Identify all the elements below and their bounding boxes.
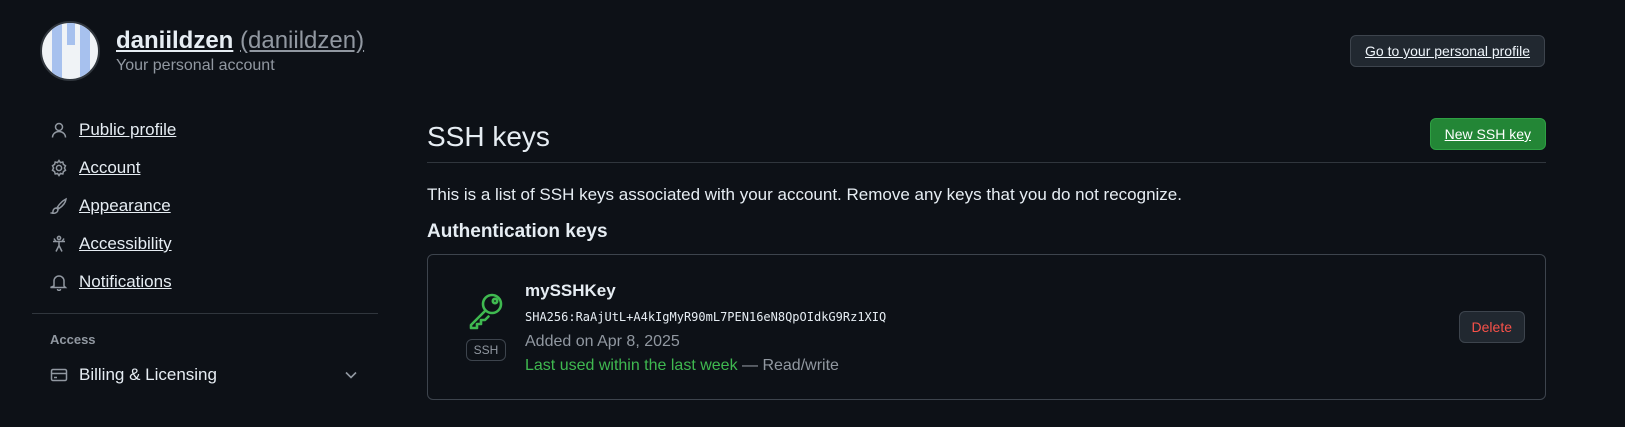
page-title: SSH keys [427, 121, 550, 152]
go-to-profile-button[interactable]: Go to your personal profile [1350, 35, 1545, 67]
delete-ssh-key-button[interactable]: Delete [1458, 311, 1525, 343]
gear-icon [50, 159, 68, 177]
new-ssh-key-button[interactable]: New SSH key [1429, 118, 1546, 150]
key-icon [466, 289, 508, 336]
sidebar-item-account[interactable]: Account [32, 149, 378, 187]
chevron-down-icon[interactable] [344, 367, 358, 387]
bell-icon [50, 273, 68, 291]
person-icon [50, 121, 68, 139]
sidebar-item-accessibility[interactable]: Accessibility [32, 225, 378, 263]
account-name: daniildzen (daniildzen) [116, 27, 364, 55]
ssh-key-access: — Read/write [737, 357, 839, 374]
ssh-badge: SSH [466, 339, 506, 361]
credit-card-icon [50, 366, 68, 384]
settings-sidebar: Public profile Account Appearance Access… [32, 111, 378, 394]
sidebar-item-billing[interactable]: Billing & Licensing [32, 356, 378, 394]
sidebar-item-label: Accessibility [79, 234, 172, 253]
login-link[interactable]: (daniildzen) [240, 27, 364, 54]
sidebar-item-label: Notifications [79, 272, 172, 291]
sidebar-item-label: Account [79, 158, 141, 177]
ssh-keys-main: SSH keys New SSH key This is a list of S… [427, 112, 1546, 400]
authentication-keys-heading: Authentication keys [427, 221, 608, 242]
page-header: SSH keys New SSH key [427, 112, 1546, 163]
account-subtitle: Your personal account [116, 57, 275, 74]
sidebar-item-notifications[interactable]: Notifications [32, 263, 378, 301]
sidebar-item-appearance[interactable]: Appearance [32, 187, 378, 225]
ssh-key-fingerprint: SHA256:RaAjUtL+A4kIgMyR90mL7PEN16eN8QpOI… [525, 310, 887, 324]
sidebar-section-access: Access [50, 332, 96, 347]
paintbrush-icon [50, 197, 68, 215]
ssh-key-list-item: SSH mySSHKey SHA256:RaAjUtL+A4kIgMyR90mL… [427, 254, 1546, 400]
account-info: daniildzen (daniildzen) Your personal ac… [116, 27, 364, 75]
ssh-key-added-date: Added on Apr 8, 2025 [525, 333, 680, 350]
ssh-key-usage: Last used within the last week — Read/wr… [525, 357, 886, 375]
ssh-key-info: mySSHKey SHA256:RaAjUtL+A4kIgMyR90mL7PEN… [525, 281, 886, 375]
accessibility-icon [50, 235, 68, 253]
ssh-key-title: mySSHKey [525, 281, 616, 300]
sidebar-divider [32, 313, 378, 314]
sidebar-item-public-profile[interactable]: Public profile [32, 111, 378, 149]
avatar[interactable] [40, 21, 100, 81]
display-name-link[interactable]: daniildzen [116, 27, 233, 54]
sidebar-item-label: Billing & Licensing [79, 365, 217, 384]
page-description: This is a list of SSH keys associated wi… [427, 185, 1182, 204]
sidebar-item-label: Public profile [79, 120, 177, 139]
ssh-key-last-used: Last used within the last week [525, 357, 738, 374]
account-header: daniildzen (daniildzen) Your personal ac… [40, 20, 364, 82]
sidebar-item-label: Appearance [79, 196, 171, 215]
